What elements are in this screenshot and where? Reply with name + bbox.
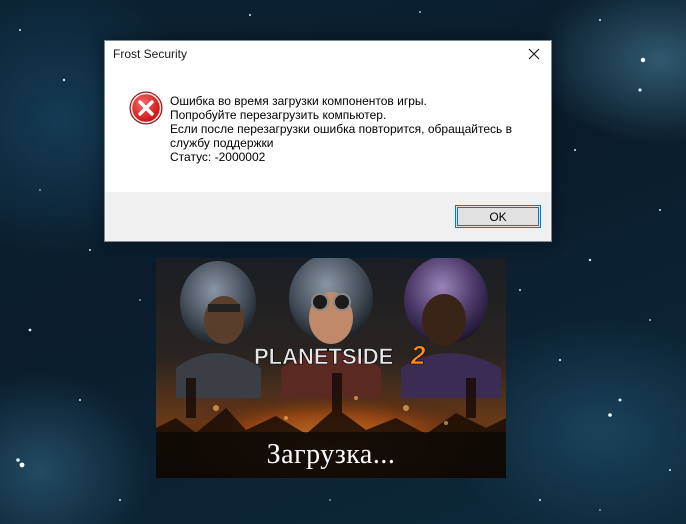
dialog-title: Frost Security [113,47,188,61]
dialog-content: Ошибка во время загрузки компонентов игр… [105,67,551,193]
dialog-message: Ошибка во время загрузки компонентов игр… [170,94,540,164]
logo-number: 2 [410,340,426,370]
loading-bar: Загрузка... [156,432,506,478]
message-line: Ошибка во время загрузки компонентов игр… [170,94,427,108]
logo-text: PLANETSIDE [254,344,393,369]
loading-text: Загрузка... [266,439,396,470]
dialog-footer: OK [105,192,551,241]
close-icon [528,48,540,60]
dialog-titlebar[interactable]: Frost Security [105,41,551,67]
error-dialog: Frost Security Ошибка во время загрузки … [104,40,552,242]
ok-button[interactable]: OK [455,205,541,228]
message-line: Попробуйте перезагрузить компьютер. [170,108,387,122]
error-icon [129,91,163,125]
status-line: Статус: -2000002 [170,150,266,164]
message-line: Если после перезагрузки ошибка повторитс… [170,122,516,150]
close-button[interactable] [517,41,551,67]
game-splash-image: PLANETSIDE 2 Загрузка... [156,258,506,478]
